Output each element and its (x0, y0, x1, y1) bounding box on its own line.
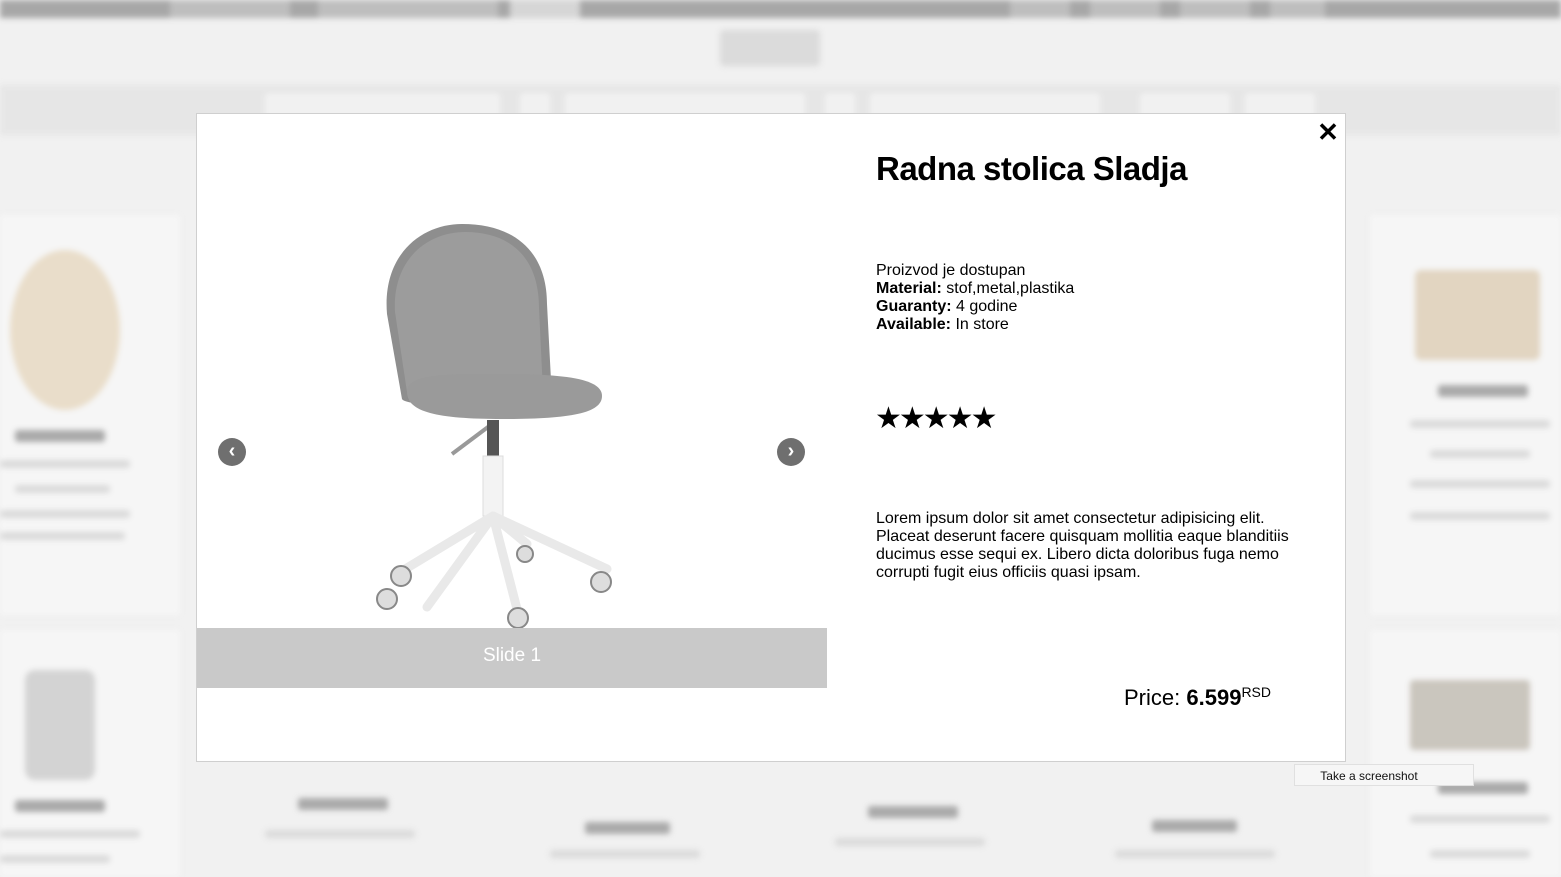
price-currency: RSD (1241, 684, 1271, 700)
product-details: Radna stolica Sladja Proizvod je dostupa… (875, 114, 1316, 761)
guaranty-label: Guaranty: (876, 298, 952, 315)
material-label: Material: (876, 280, 942, 297)
screenshot-tooltip: Take a screenshot (1294, 764, 1474, 786)
product-description: Lorem ipsum dolor sit amet consectetur a… (876, 510, 1289, 581)
close-icon[interactable]: ✕ (1315, 119, 1341, 145)
product-price: Price: 6.599RSD (1124, 684, 1271, 711)
chevron-right-icon[interactable]: › (777, 438, 805, 466)
star-rating: ★★★★★ (875, 402, 997, 435)
product-info: Proizvod je dostupan Material: stof,meta… (876, 262, 1074, 334)
product-image (376, 224, 612, 629)
product-image-carousel: Slide 1 ‹ › (197, 114, 827, 688)
price-label: Price: (1124, 685, 1181, 710)
guaranty-row: Guaranty: 4 godine (876, 298, 1074, 316)
chevron-left-icon[interactable]: ‹ (218, 438, 246, 466)
available-value: In store (955, 316, 1009, 333)
product-quick-view-modal: ✕ Slide 1 ‹ › Radna stolica Sladja Proiz… (196, 113, 1346, 762)
product-title: Radna stolica Sladja (876, 150, 1187, 187)
available-label: Available: (876, 316, 951, 333)
guaranty-value: 4 godine (956, 298, 1018, 315)
available-row: Available: In store (876, 316, 1074, 334)
price-amount: 6.599 (1186, 685, 1242, 710)
availability-text: Proizvod je dostupan (876, 262, 1026, 279)
material-row: Material: stof,metal,plastika (876, 280, 1074, 298)
material-value: stof,metal,plastika (946, 280, 1075, 297)
slide-caption: Slide 1 (197, 628, 827, 688)
